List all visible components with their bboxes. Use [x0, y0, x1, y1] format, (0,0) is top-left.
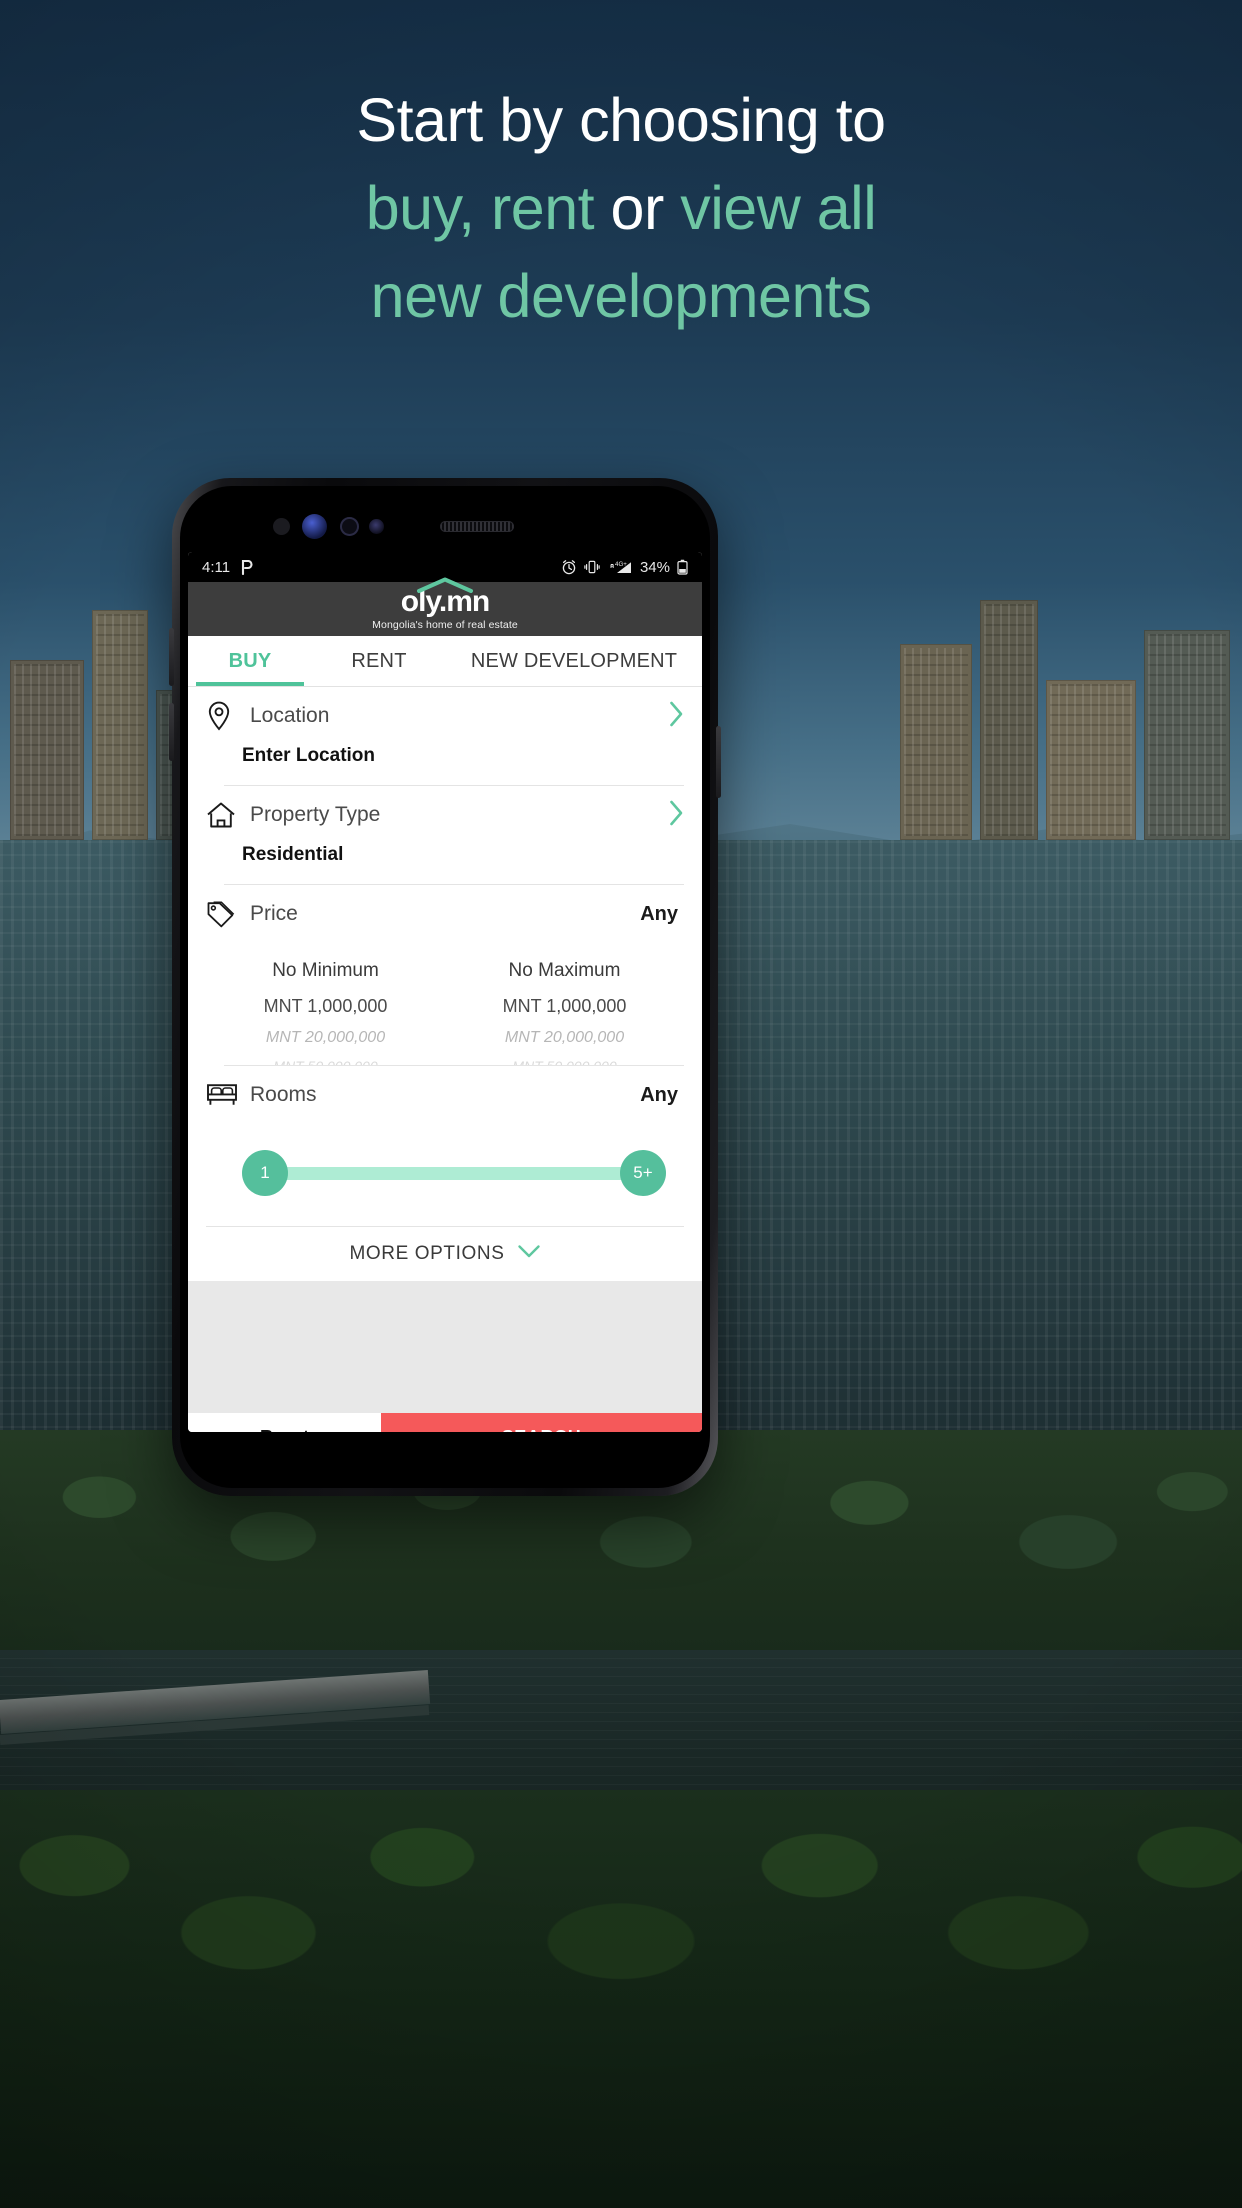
page-title: Start by choosing to buy, rent or view a…	[0, 76, 1242, 340]
price-min-column[interactable]: No Minimum MNT 1,000,000 MNT 20,000,000 …	[206, 953, 445, 1065]
house-roof-icon	[416, 577, 474, 598]
property-type-row-head: Property Type	[206, 786, 684, 844]
battery-percent: 34%	[639, 558, 670, 576]
location-row[interactable]: Location Enter Location	[188, 687, 702, 785]
price-max-option-2[interactable]: MNT 20,000,000	[445, 1023, 684, 1053]
price-max-option-0[interactable]: No Maximum	[445, 953, 684, 989]
home-icon	[206, 801, 250, 829]
location-label: Location	[250, 704, 330, 727]
app-tagline: Mongolia's home of real estate	[372, 618, 518, 631]
earpiece-speaker	[440, 521, 514, 532]
slider-max-knob[interactable]: 5+	[620, 1150, 666, 1196]
bed-icon	[206, 1082, 250, 1108]
search-button[interactable]: SEARCH	[381, 1413, 702, 1432]
map-pin-icon	[206, 701, 250, 731]
price-min-option-1[interactable]: MNT 1,000,000	[206, 989, 445, 1023]
property-type-label: Property Type	[250, 803, 381, 826]
rooms-value: Any	[640, 1083, 678, 1106]
headline-view-all: view all	[680, 174, 877, 242]
more-options-button[interactable]: MORE OPTIONS	[206, 1226, 684, 1281]
empty-area	[188, 1281, 702, 1413]
power-button[interactable]	[716, 726, 721, 798]
vibrate-icon	[584, 559, 600, 575]
price-tag-icon	[206, 900, 250, 928]
price-min-option-2[interactable]: MNT 20,000,000	[206, 1023, 445, 1053]
tab-new-development[interactable]: NEW DEVELOPMENT	[446, 636, 702, 686]
p-icon	[240, 559, 254, 575]
light-sensor-icon	[369, 519, 384, 534]
status-time: 4:11	[202, 558, 231, 576]
proximity-sensor-icon	[273, 518, 290, 535]
iris-scanner-icon	[302, 514, 327, 539]
location-row-head: Location	[206, 687, 684, 745]
tab-bar: BUY RENT NEW DEVELOPMENT	[188, 636, 702, 687]
price-picker[interactable]: No Minimum MNT 1,000,000 MNT 20,000,000 …	[206, 943, 684, 1065]
headline-line-3: new developments	[0, 252, 1242, 340]
phone-screen: 4:11 4G+ 34% oly.mn Mongolia's home of r…	[188, 552, 702, 1432]
alarm-icon	[561, 559, 577, 575]
headline-line-2: buy, rent or view all	[0, 164, 1242, 252]
tab-rent[interactable]: RENT	[312, 636, 446, 686]
price-max-column[interactable]: No Maximum MNT 1,000,000 MNT 20,000,000 …	[445, 953, 684, 1065]
price-max-option-3[interactable]: MNT 50,000,000	[445, 1053, 684, 1065]
price-max-option-1[interactable]: MNT 1,000,000	[445, 989, 684, 1023]
battery-icon	[677, 559, 688, 575]
volume-down-button[interactable]	[169, 703, 174, 761]
property-type-value[interactable]: Residential	[206, 844, 684, 884]
reset-button[interactable]: Reset	[188, 1413, 381, 1432]
tab-buy[interactable]: BUY	[188, 636, 312, 686]
action-bar: Reset SEARCH	[188, 1413, 702, 1432]
more-options-label: MORE OPTIONS	[349, 1243, 505, 1264]
app-logo: oly.mn Mongolia's home of real estate	[372, 577, 518, 631]
headline-new-developments: new developments	[370, 262, 872, 330]
search-form: Location Enter Location Property Type Re…	[188, 687, 702, 1413]
status-bar-left: 4:11	[202, 559, 254, 576]
app-header: oly.mn Mongolia's home of real estate	[188, 577, 702, 636]
headline-buy-rent: buy, rent	[365, 174, 595, 242]
property-type-row[interactable]: Property Type Residential	[188, 786, 702, 884]
rooms-label: Rooms	[250, 1083, 317, 1106]
slider-track[interactable]	[264, 1167, 644, 1180]
rooms-row-head: Rooms Any	[206, 1066, 684, 1124]
price-min-option-3[interactable]: MNT 50,000,000	[206, 1053, 445, 1065]
chevron-right-icon[interactable]	[669, 701, 684, 732]
front-camera-icon	[340, 517, 359, 536]
phone-sensor-array	[180, 512, 710, 540]
volume-up-button[interactable]	[169, 628, 174, 686]
rooms-slider-wrap: 1 5+	[206, 1124, 684, 1226]
chevron-down-icon[interactable]	[517, 1243, 541, 1265]
location-value[interactable]: Enter Location	[206, 745, 684, 785]
phone-mockup: 4:11 4G+ 34% oly.mn Mongolia's home of r…	[169, 478, 721, 1496]
price-min-option-0[interactable]: No Minimum	[206, 953, 445, 989]
price-label: Price	[250, 902, 298, 925]
rooms-range-slider[interactable]: 1 5+	[242, 1150, 666, 1196]
headline-line-1-text: Start by choosing to	[356, 86, 886, 154]
headline-or: or	[594, 174, 681, 242]
slider-min-knob[interactable]: 1	[242, 1150, 288, 1196]
phone-glass: 4:11 4G+ 34% oly.mn Mongolia's home of r…	[180, 486, 710, 1488]
rooms-row: Rooms Any 1 5+	[188, 1066, 702, 1226]
price-value: Any	[640, 902, 678, 925]
price-row: Price Any No Minimum MNT 1,000,000 MNT 2…	[188, 885, 702, 1065]
headline-line-1: Start by choosing to	[0, 76, 1242, 164]
signal-4g-icon: 4G+	[607, 559, 633, 575]
status-bar-right: 4G+ 34%	[561, 559, 688, 576]
price-row-head: Price Any	[206, 885, 684, 943]
chevron-right-icon[interactable]	[669, 800, 684, 831]
